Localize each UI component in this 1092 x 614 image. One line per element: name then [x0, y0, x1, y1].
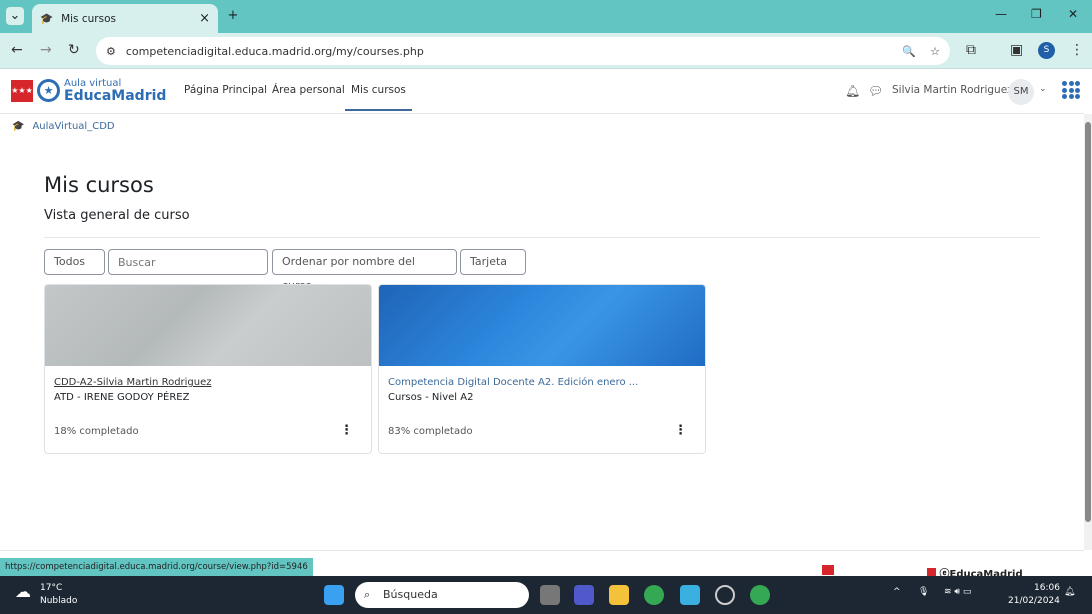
apps-grid-icon[interactable]	[1062, 81, 1080, 99]
course-card[interactable]: Competencia Digital Docente A2. Edición …	[378, 284, 706, 454]
restore-button[interactable]: ❐	[1031, 7, 1042, 21]
clock-date[interactable]: 21/02/2024	[1008, 596, 1060, 606]
user-menu-chevron-icon[interactable]: ⌄	[1039, 84, 1047, 94]
course-actions-menu-icon[interactable]: ⋮	[674, 423, 687, 438]
nav-area-personal[interactable]: Área personal	[272, 84, 345, 96]
sort-dropdown[interactable]: Ordenar por nombre del curso ⌄	[272, 249, 457, 292]
windows-start-icon[interactable]	[324, 585, 344, 605]
cloud-icon: ☁	[15, 582, 31, 601]
course-progress: 18% completado	[54, 426, 139, 437]
close-tab-icon[interactable]: ×	[199, 11, 210, 26]
search-icon: ⌕	[364, 588, 371, 601]
section-title: Vista general de curso	[44, 208, 190, 223]
chrome-icon[interactable]	[644, 585, 664, 605]
bell-icon[interactable]: 🔔︎	[845, 84, 860, 98]
course-title-link[interactable]: CDD-A2-Silvia Martin Rodriguez	[54, 377, 212, 388]
bookmark-star-icon[interactable]: ☆	[930, 45, 940, 58]
course-category: ATD - IRENE GODOY PÉREZ	[54, 392, 190, 403]
nav-mis-cursos[interactable]: Mis cursos	[345, 84, 412, 111]
chrome-profile-icon[interactable]	[750, 585, 770, 605]
tray-chevron-icon[interactable]: ^	[893, 587, 901, 597]
breadcrumb: 🎓 AulaVirtual_CDD	[12, 121, 115, 132]
logo-big-text[interactable]: EducaMadrid	[64, 88, 166, 104]
browser-menu-icon[interactable]: ⋮	[1070, 42, 1084, 58]
reload-button[interactable]: ↻	[68, 42, 80, 58]
wifi-volume-battery-icons[interactable]: ≋ 🔊︎ ▭	[944, 587, 971, 597]
teams-icon[interactable]	[574, 585, 594, 605]
forward-button[interactable]: →	[40, 42, 52, 58]
messages-icon[interactable]: 💬︎	[868, 84, 883, 98]
taskbar-search[interactable]: ⌕ Búsqueda	[355, 582, 529, 608]
course-card[interactable]: CDD-A2-Silvia Martin Rodriguez ATD - IRE…	[44, 284, 372, 454]
course-category: Cursos - Nivel A2	[388, 392, 474, 403]
graduation-cap-icon: 🎓	[12, 121, 25, 132]
task-view-icon[interactable]	[540, 585, 560, 605]
breadcrumb-link[interactable]: AulaVirtual_CDD	[32, 121, 114, 132]
course-actions-menu-icon[interactable]: ⋮	[340, 423, 353, 438]
educamadrid-logo-icon[interactable]: ★	[37, 79, 60, 102]
browser-tab[interactable]: 🎓 Mis cursos ×	[32, 4, 218, 33]
search-input[interactable]	[108, 249, 268, 275]
zoom-icon[interactable]: 🔍	[902, 45, 916, 58]
tab-title: Mis cursos	[61, 12, 116, 25]
view-dropdown[interactable]: Tarjeta ⌄	[460, 249, 526, 292]
back-button[interactable]: ←	[11, 42, 23, 58]
comunidad-madrid-logo: ★★★	[11, 80, 33, 102]
divider	[44, 237, 1040, 238]
link-status-bubble: https://competenciadigital.educa.madrid.…	[0, 558, 313, 576]
file-explorer-icon[interactable]	[609, 585, 629, 605]
weather-temp[interactable]: 17°C	[40, 583, 62, 593]
close-window-button[interactable]: ✕	[1068, 7, 1078, 21]
comunidad-madrid-footer-logo	[822, 565, 834, 575]
page-scrollbar[interactable]	[1084, 114, 1092, 550]
tab-search-button[interactable]: ⌄	[6, 7, 24, 25]
new-tab-button[interactable]: +	[224, 7, 242, 25]
page-title: Mis cursos	[44, 173, 154, 197]
tab-strip: ⌄ 🎓 Mis cursos × + — ❐ ✕	[0, 0, 1092, 33]
clock-time[interactable]: 16:06	[1034, 583, 1060, 593]
extensions-icon[interactable]: ⧉	[966, 42, 976, 58]
course-title-link[interactable]: Competencia Digital Docente A2. Edición …	[388, 377, 638, 388]
grouping-dropdown[interactable]: Todos ⌄	[44, 249, 105, 292]
url-text: competenciadigital.educa.madrid.org/my/c…	[125, 44, 424, 58]
notification-bell-icon[interactable]: 🔔︎	[1064, 587, 1075, 597]
sidepanel-icon[interactable]: ▣	[1010, 42, 1023, 58]
url-field[interactable]: ⚙ competenciadigital.educa.madrid.org/my…	[96, 37, 950, 65]
graduation-cap-icon: 🎓	[40, 13, 54, 25]
course-progress: 83% completado	[388, 426, 473, 437]
nav-pagina-principal[interactable]: Página Principal	[184, 84, 267, 96]
windows-taskbar: ☁ 17°C Nublado ⌕ Búsqueda ^ 🎙︎ ≋ 🔊︎ ▭ 16:…	[0, 576, 1092, 614]
app-icon[interactable]	[680, 585, 700, 605]
course-image[interactable]	[379, 285, 705, 366]
weather-status[interactable]: Nublado	[40, 596, 77, 606]
profile-avatar[interactable]: S	[1038, 42, 1055, 59]
minimize-button[interactable]: —	[995, 7, 1007, 21]
site-navbar: ★★★ ★ Aula virtual EducaMadrid Página Pr…	[0, 70, 1084, 114]
user-avatar[interactable]: SM	[1008, 79, 1034, 105]
course-image[interactable]	[45, 285, 371, 366]
microphone-icon[interactable]: 🎙︎	[918, 587, 929, 597]
user-name[interactable]: Silvia Martin Rodriguez	[892, 84, 1013, 96]
obs-icon[interactable]	[715, 585, 735, 605]
address-bar-row: ← → ↻ ⚙ competenciadigital.educa.madrid.…	[0, 33, 1092, 69]
site-info-icon[interactable]: ⚙	[106, 45, 116, 58]
